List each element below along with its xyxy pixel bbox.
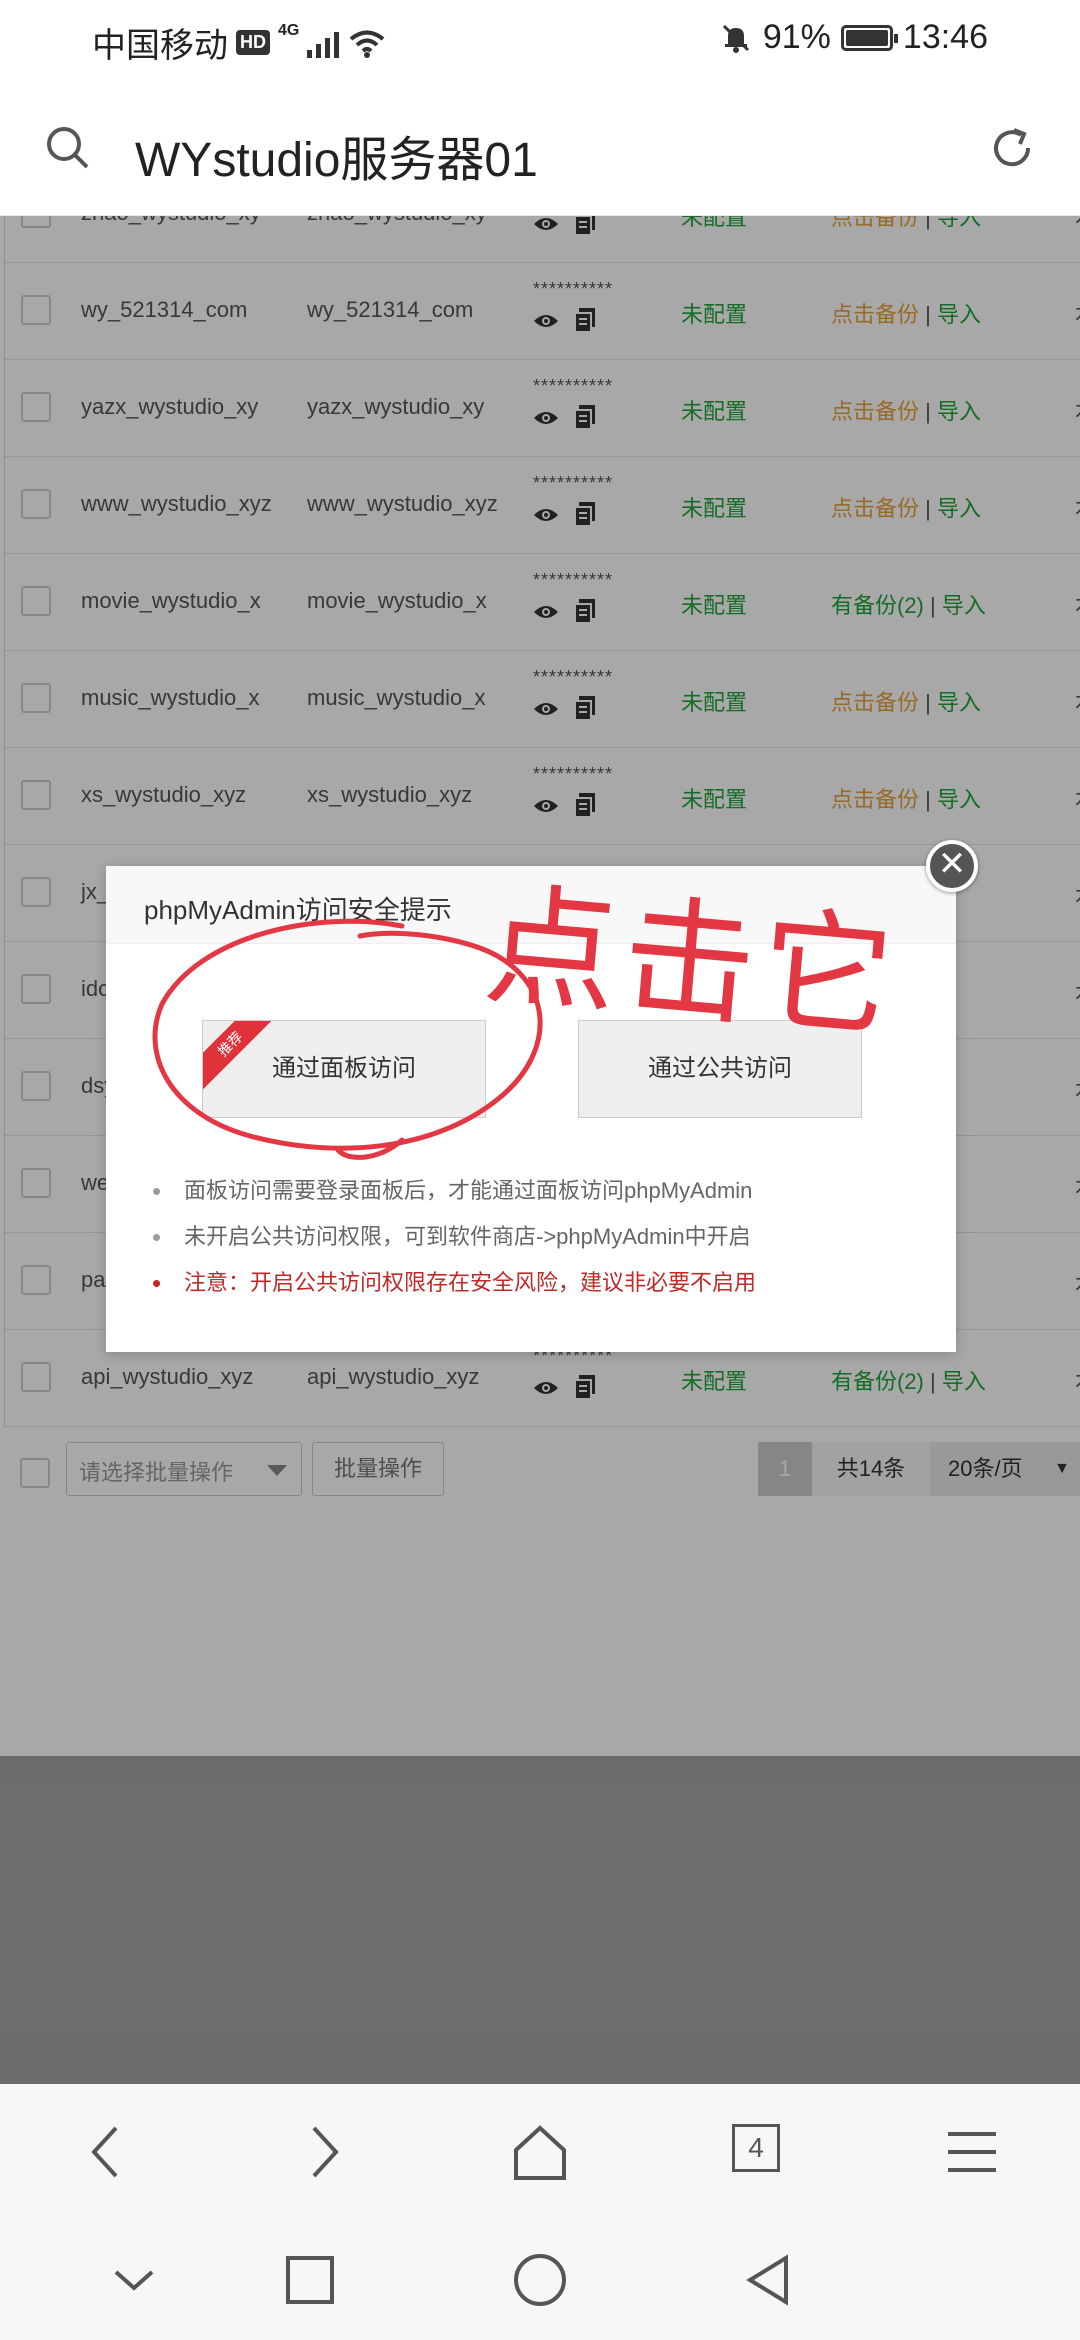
- annotation-text: 点击它: [479, 868, 905, 1058]
- home-circle-icon[interactable]: [510, 2250, 570, 2310]
- refresh-icon[interactable]: [988, 124, 1036, 172]
- back-icon[interactable]: [76, 2120, 140, 2184]
- bell-muted-icon: [722, 24, 749, 53]
- menu-icon[interactable]: [940, 2120, 1004, 2184]
- back-triangle-icon[interactable]: [740, 2250, 800, 2310]
- network-type: 4G: [278, 21, 300, 39]
- signal-icon: [307, 28, 340, 58]
- tabs-button[interactable]: 4: [732, 2124, 780, 2172]
- status-right: 91% 13:46: [719, 18, 988, 57]
- tip-item: 面板访问需要登录面板后，才能通过面板访问phpMyAdmin: [152, 1176, 756, 1222]
- search-icon[interactable]: [44, 124, 92, 172]
- battery-icon: [840, 24, 898, 51]
- page-title: WYstudio服务器01: [135, 134, 538, 187]
- carrier-name: 中国移动: [92, 27, 228, 65]
- close-icon[interactable]: ✕: [926, 840, 978, 892]
- recents-icon[interactable]: [280, 2250, 340, 2310]
- wifi-icon: [350, 30, 385, 58]
- forward-icon[interactable]: [290, 2120, 354, 2184]
- browser-toolbar: [0, 2084, 1080, 2220]
- battery-percent: 91%: [762, 18, 831, 56]
- clock: 13:46: [902, 18, 988, 56]
- warning-tip: 注意：开启公共访问权限存在安全风险，建议非必要不启用: [152, 1268, 756, 1314]
- hd-badge: HD: [236, 30, 270, 55]
- home-icon[interactable]: [508, 2120, 572, 2184]
- system-navbar: [0, 2220, 1080, 2340]
- app-header: WYstudio服务器01: [0, 82, 1080, 216]
- tips-list: 面板访问需要登录面板后，才能通过面板访问phpMyAdmin 未开启公共访问权限…: [152, 1176, 756, 1314]
- status-bar: 中国移动 HD 4G 91% 13:46: [0, 0, 1080, 82]
- chevron-down-icon[interactable]: [104, 2250, 164, 2310]
- tip-item: 未开启公共访问权限，可到软件商店->phpMyAdmin中开启: [152, 1222, 756, 1268]
- status-left: 中国移动 HD 4G: [92, 18, 387, 67]
